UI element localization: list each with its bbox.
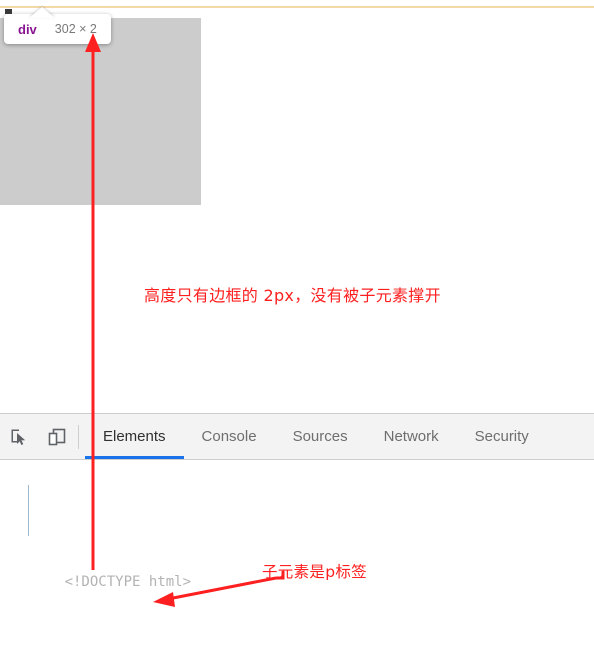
tooltip-tag-name: div <box>18 22 37 37</box>
dom-tree: <!DOCTYPE html> <html lang="en"> ▶<head>… <box>0 460 594 653</box>
element-highlight-tooltip: div 302 × 2 <box>4 14 111 44</box>
tab-sources[interactable]: Sources <box>275 414 366 459</box>
rendered-page-area: div 302 × 2 高度只有边框的 2px，没有被子元素撑开 <box>0 0 594 413</box>
highlighted-gray-box <box>0 18 201 205</box>
tab-console-label: Console <box>202 428 257 445</box>
annotation-height-note: 高度只有边框的 2px，没有被子元素撑开 <box>144 282 441 306</box>
devtools-tab-bar: Elements Console Sources Network Securit… <box>85 414 547 459</box>
inspect-element-icon[interactable] <box>0 415 38 459</box>
toggle-device-toolbar-icon[interactable] <box>38 415 76 459</box>
tooltip-dimensions: 302 × 2 <box>55 22 97 36</box>
annotation-child-note: 子元素是p标签 <box>262 560 367 582</box>
tab-elements-label: Elements <box>103 428 166 445</box>
doctype-text: <!DOCTYPE html> <box>65 574 191 590</box>
devtools-panel: Elements Console Sources Network Securit… <box>0 413 594 653</box>
tab-security-label: Security <box>475 428 529 445</box>
tab-network[interactable]: Network <box>366 414 457 459</box>
devtools-toolbar: Elements Console Sources Network Securit… <box>0 414 594 460</box>
tooltip-corner-mark <box>5 9 12 14</box>
tab-console[interactable]: Console <box>184 414 275 459</box>
dom-row-html[interactable]: <html lang="en"> <box>0 647 594 653</box>
page-top-rule <box>0 6 594 8</box>
tab-security[interactable]: Security <box>457 414 547 459</box>
toolbar-divider <box>78 425 79 449</box>
tree-indent-guide <box>28 485 29 536</box>
tab-network-label: Network <box>384 428 439 445</box>
tooltip-notch <box>29 7 55 18</box>
tab-sources-label: Sources <box>293 428 348 445</box>
tab-elements[interactable]: Elements <box>85 414 184 459</box>
